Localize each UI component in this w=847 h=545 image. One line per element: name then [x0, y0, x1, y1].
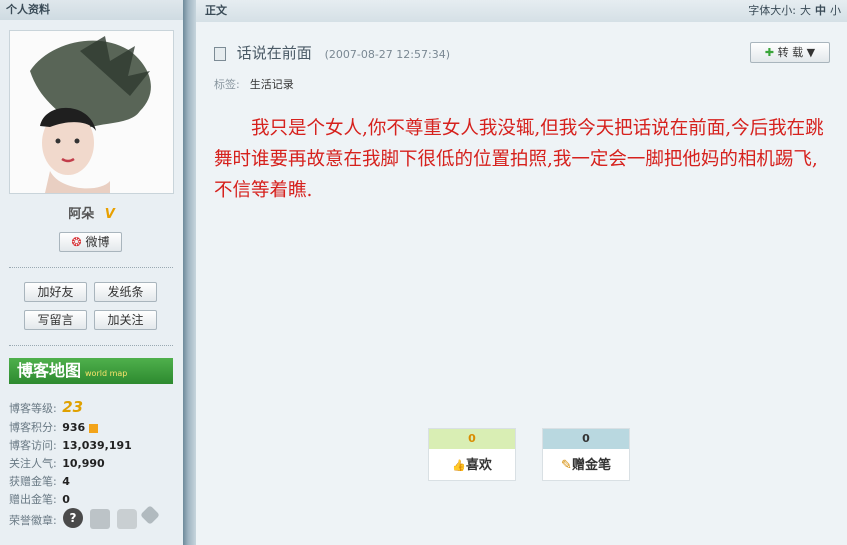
stat-value: 0 — [62, 493, 70, 506]
font-size-controls: 字体大小: 大中小 — [744, 0, 841, 22]
stat-value: 23 — [62, 398, 84, 416]
stat-label: 关注人气: — [9, 457, 57, 470]
post-title-row: 话说在前面 (2007-08-27 12:57:34) — [214, 42, 450, 63]
blog-map-title: 博客地图 — [17, 361, 82, 380]
stat-value: 4 — [62, 475, 70, 488]
weibo-icon: ❂ — [71, 235, 82, 249]
post-tags: 标签: 生活记录 — [214, 76, 294, 92]
tag-label: 标签: — [214, 78, 240, 91]
tag-link[interactable]: 生活记录 — [250, 78, 294, 91]
font-size-label: 字体大小: — [748, 4, 796, 17]
stat-label: 博客访问: — [9, 439, 57, 452]
gift-pen-button[interactable]: ✎赠金笔 — [543, 449, 629, 482]
new-icon — [88, 423, 98, 433]
sidebar-divider — [183, 0, 196, 545]
stat-visits: 博客访问: 13,039,191 — [9, 437, 132, 453]
document-icon — [214, 46, 226, 61]
divider — [9, 267, 173, 268]
follow-button[interactable]: 加关注 — [94, 310, 157, 330]
stat-label: 博客等级: — [9, 402, 57, 415]
stat-points: 博客积分: 936 — [9, 419, 98, 435]
repost-button[interactable]: ✚ 转 载 ▼ — [750, 42, 830, 63]
like-button[interactable]: 👍喜欢 — [429, 449, 515, 482]
blog-map-subtitle: world map — [85, 369, 128, 378]
stat-label: 博客积分: — [9, 421, 57, 434]
write-message-button[interactable]: 写留言 — [24, 310, 87, 330]
verified-v-icon: V — [104, 207, 115, 222]
stat-value: 936 — [62, 421, 86, 434]
username[interactable]: 阿朵 V — [0, 203, 183, 222]
main-header-title: 正文 — [205, 4, 227, 17]
font-size-large[interactable]: 大 — [800, 4, 811, 17]
avatar[interactable] — [9, 30, 174, 194]
pen-badge-icon[interactable] — [140, 505, 160, 525]
font-size-medium[interactable]: 中 — [815, 4, 826, 17]
main-content: 正文 字体大小: 大中小 话说在前面 (2007-08-27 12:57:34) … — [196, 0, 847, 545]
lock-badge-icon[interactable] — [117, 509, 137, 529]
repost-label: 转 载 — [777, 46, 804, 59]
stat-pens-given: 赠出金笔: 0 — [9, 491, 70, 507]
stat-followers: 关注人气: 10,990 — [9, 455, 105, 471]
thumbs-up-icon: 👍 — [452, 459, 466, 472]
stat-level: 博客等级: 23 — [9, 398, 83, 416]
add-friend-button[interactable]: 加好友 — [24, 282, 87, 302]
stat-label: 赠出金笔: — [9, 493, 57, 506]
golden-pen-icon: ✎ — [561, 458, 572, 473]
weibo-button[interactable]: ❂ 微博 — [59, 232, 122, 252]
stat-value: 13,039,191 — [62, 439, 132, 452]
stat-label: 获赠金笔: — [9, 475, 57, 488]
post-body: 我只是个女人,你不尊重女人我没辄,但我今天把话说在前面,今后我在跳舞时谁要再故意… — [214, 118, 824, 201]
font-size-small[interactable]: 小 — [830, 4, 841, 17]
like-card[interactable]: 0 👍喜欢 — [428, 428, 516, 481]
plus-icon: ✚ — [764, 46, 775, 59]
like-label: 喜欢 — [465, 458, 492, 473]
gift-pen-label: 赠金笔 — [571, 458, 611, 473]
post-date: (2007-08-27 12:57:34) — [324, 48, 450, 61]
honor-badges-label: 荣誉徽章: — [9, 514, 57, 527]
username-text[interactable]: 阿朵 — [68, 207, 94, 222]
sidebar-header: 个人资料 — [0, 0, 183, 20]
gift-pen-card[interactable]: 0 ✎赠金笔 — [542, 428, 630, 481]
like-count: 0 — [429, 429, 515, 449]
send-note-button[interactable]: 发纸条 — [94, 282, 157, 302]
gift-pen-count: 0 — [543, 429, 629, 449]
dropdown-arrow-icon: ▼ — [806, 46, 816, 59]
camera-badge-icon[interactable] — [90, 509, 110, 529]
weibo-label: 微博 — [85, 235, 110, 249]
stat-pens-received: 获赠金笔: 4 — [9, 473, 70, 489]
divider — [9, 345, 173, 346]
stat-value: 10,990 — [62, 457, 105, 470]
question-badge-icon[interactable]: ? — [63, 508, 83, 528]
post-title: 话说在前面 — [236, 44, 312, 62]
main-header: 正文 字体大小: 大中小 — [196, 0, 847, 22]
sidebar: 个人资料 阿朵 V ❂ 微博 加好友 发纸条 写留言 加关注 博客地图 world… — [0, 0, 183, 545]
blog-map-banner[interactable]: 博客地图 world map — [9, 358, 173, 384]
